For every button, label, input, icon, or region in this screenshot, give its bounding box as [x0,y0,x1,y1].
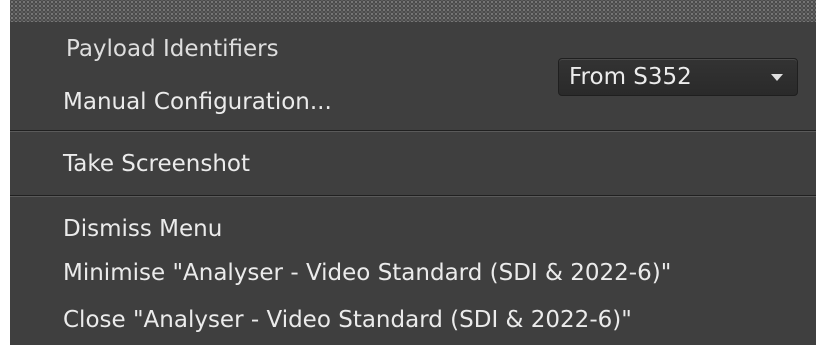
payload-identifiers-row: Payload Identifiers From S352 [10,28,816,96]
context-menu: Payload Identifiers From S352 Manual Con… [10,0,816,345]
close-window-label: Close "Analyser - Video Standard (SDI & … [63,307,632,333]
chevron-down-icon [771,74,783,81]
dismiss-menu-label: Dismiss Menu [63,216,223,242]
manual-configuration-item[interactable]: Manual Configuration... [10,82,816,122]
dismiss-menu-item[interactable]: Dismiss Menu [10,212,816,248]
menu-divider [10,130,816,132]
menu-divider [10,195,816,197]
take-screenshot-label: Take Screenshot [63,151,251,177]
payload-identifiers-label: Payload Identifiers [66,36,279,62]
minimise-window-item[interactable]: Minimise "Analyser - Video Standard (SDI… [10,256,816,292]
take-screenshot-item[interactable]: Take Screenshot [10,145,816,185]
manual-configuration-label: Manual Configuration... [63,89,332,115]
minimise-window-label: Minimise "Analyser - Video Standard (SDI… [63,260,672,286]
close-window-item[interactable]: Close "Analyser - Video Standard (SDI & … [10,301,816,337]
menu-top-edge [10,0,816,22]
